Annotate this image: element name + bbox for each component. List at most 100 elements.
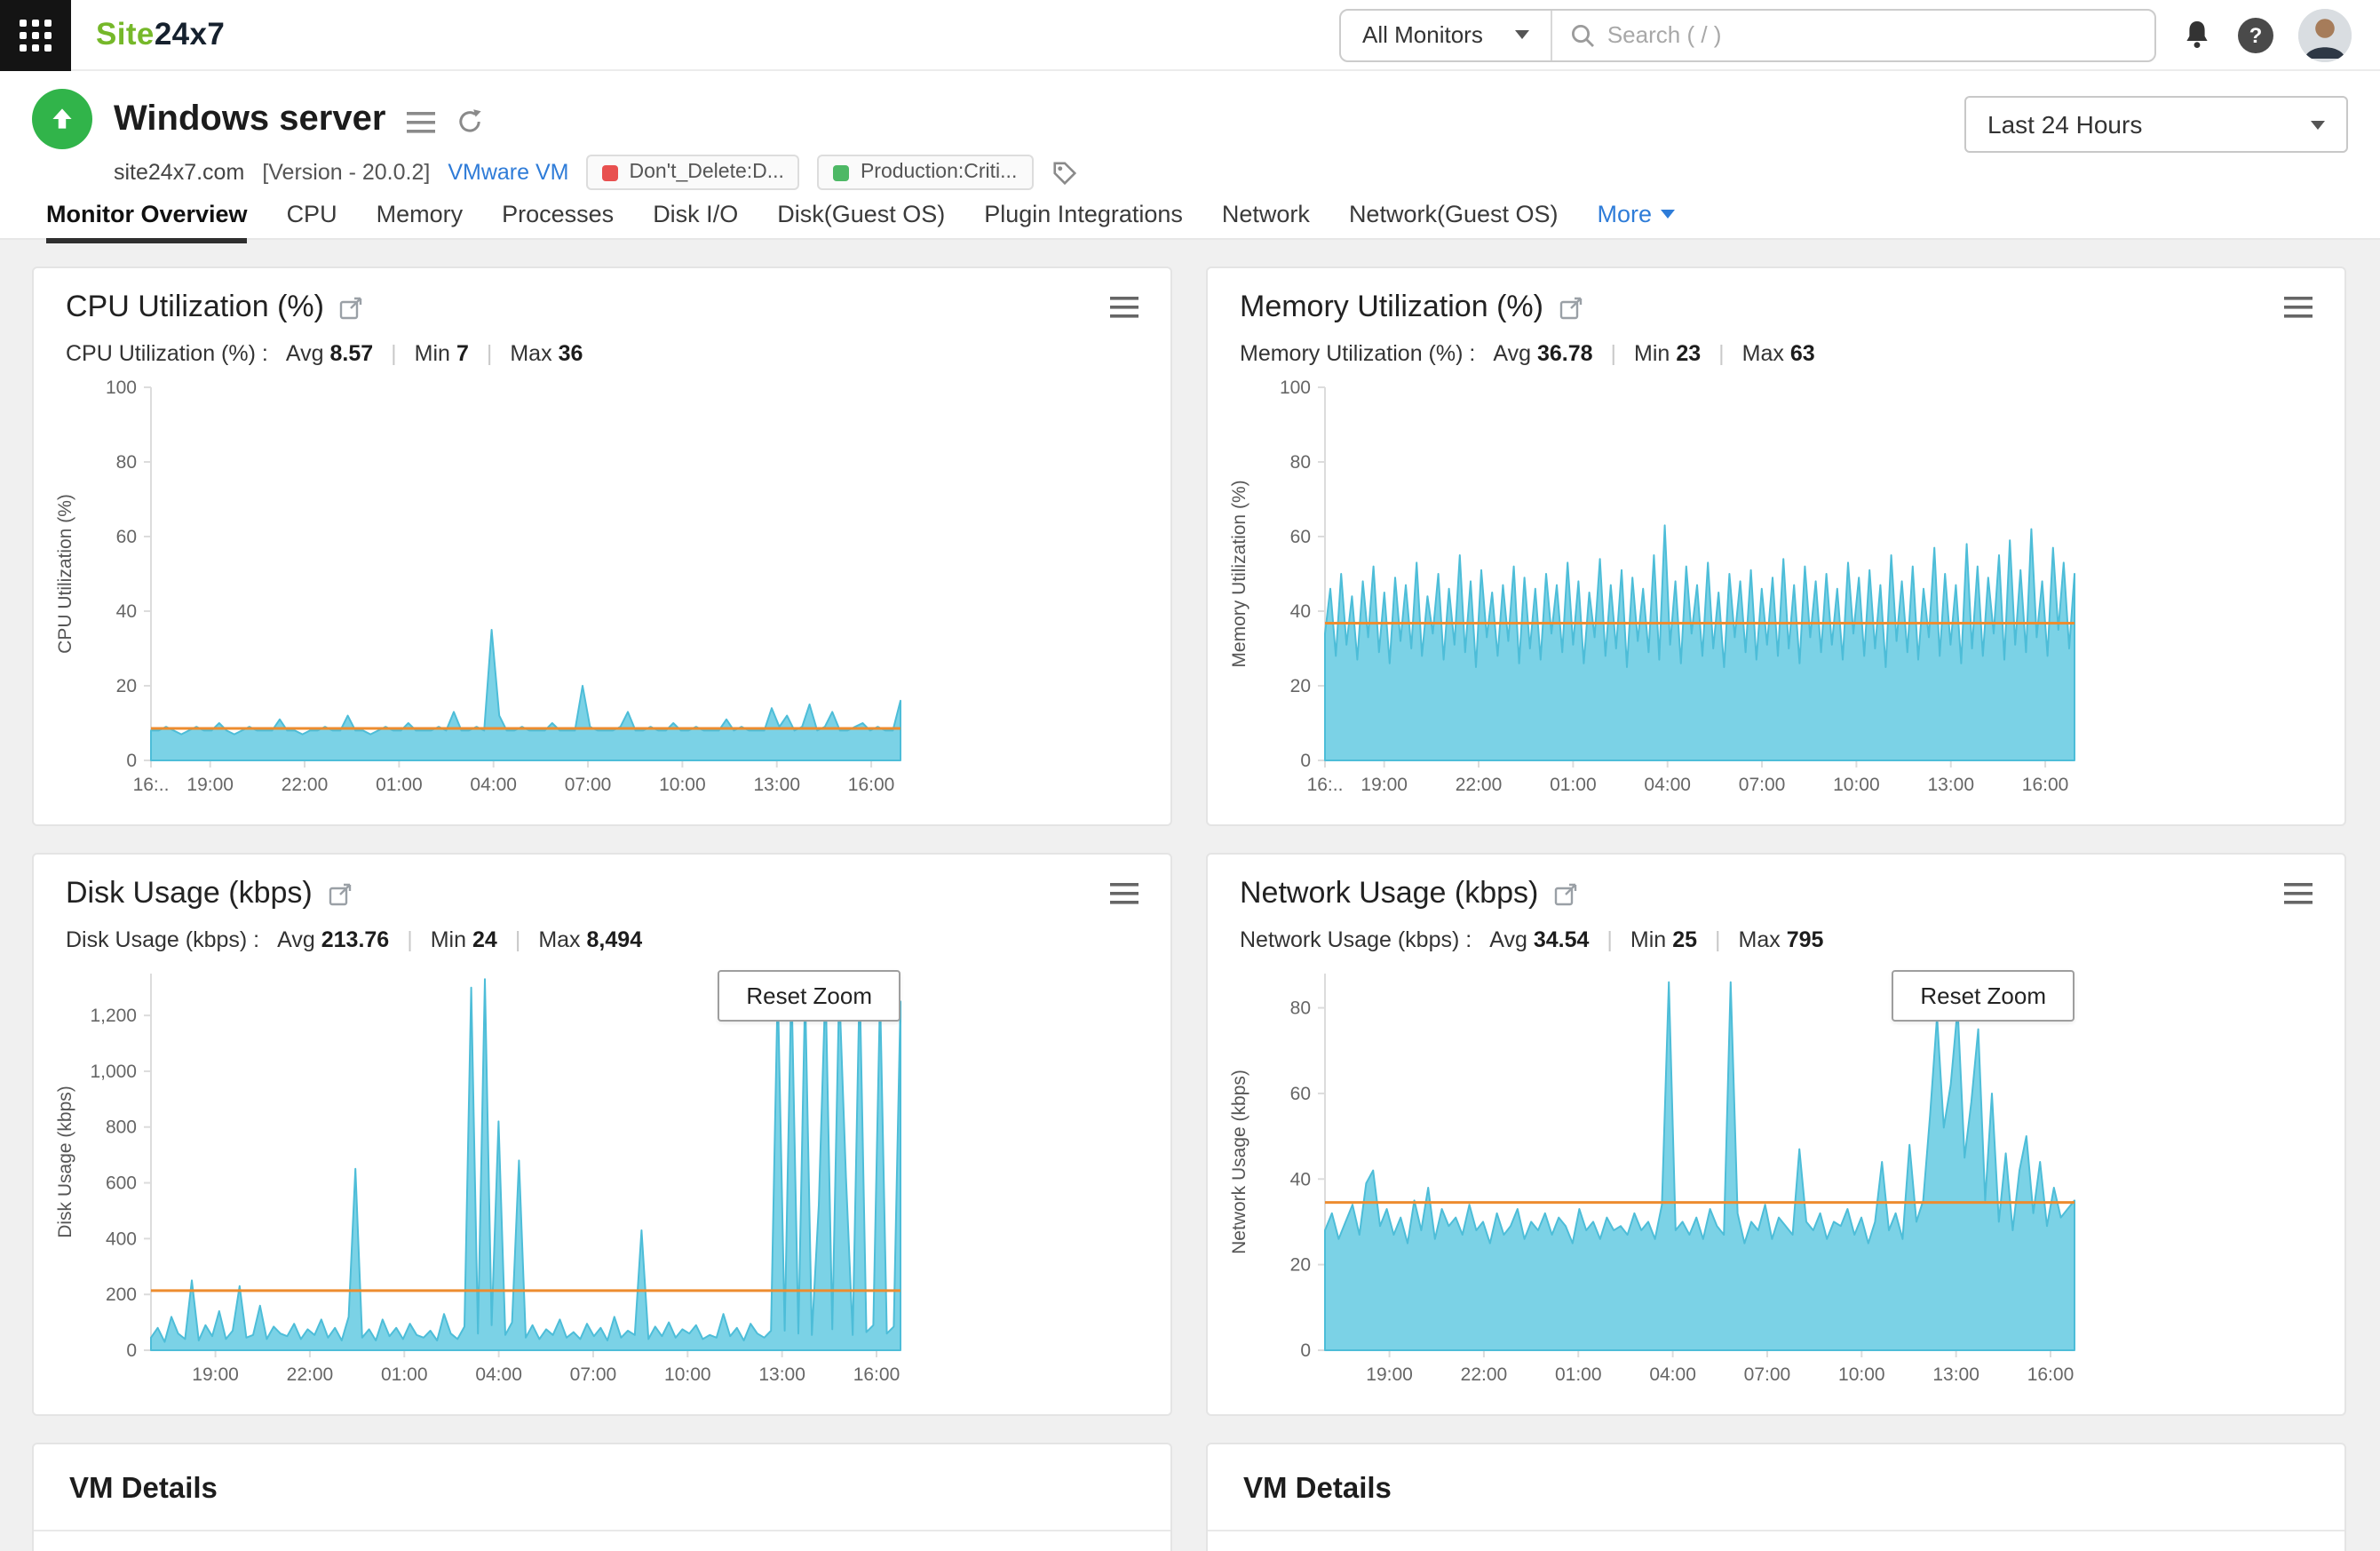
svg-text:19:00: 19:00 xyxy=(1366,1364,1413,1385)
panel-title: CPU Utilization (%) xyxy=(66,290,324,323)
svg-text:13:00: 13:00 xyxy=(1927,775,1974,795)
vm-details-panel: VM Details ESX/ESXi Host Name 172.21.112… xyxy=(1206,1443,2346,1551)
svg-text:20: 20 xyxy=(1290,1255,1311,1276)
svg-text:16:..: 16:.. xyxy=(133,775,170,795)
min-stat: Min 24 xyxy=(430,927,497,952)
tab-disk-io[interactable]: Disk I/O xyxy=(653,201,738,243)
stats-metric-label: Network Usage (kbps) : xyxy=(1240,927,1472,952)
svg-text:Memory Utilization (%): Memory Utilization (%) xyxy=(1229,480,1250,667)
tab-memory[interactable]: Memory xyxy=(377,201,464,243)
vm-detail-row: ESX/ESXi Host Name 172.21.112.41 xyxy=(1243,1531,2309,1551)
svg-text:40: 40 xyxy=(116,601,137,622)
svg-text:22:00: 22:00 xyxy=(1461,1364,1508,1385)
max-stat: Max 795 xyxy=(1738,927,1824,952)
app-grid-button[interactable] xyxy=(0,0,71,70)
search-section xyxy=(1552,21,2154,48)
tab-network[interactable]: Network xyxy=(1222,201,1310,243)
reset-zoom-button[interactable]: Reset Zoom xyxy=(1892,970,2075,1022)
site24x7-logo[interactable]: Site24x7 xyxy=(96,16,225,53)
vmware-vm-link[interactable]: VMware VM xyxy=(448,160,568,185)
avg-stat: Avg 213.76 xyxy=(277,927,390,952)
stat-separator: | xyxy=(1718,341,1725,366)
tab-processes[interactable]: Processes xyxy=(502,201,614,243)
stats-metric-label: CPU Utilization (%) : xyxy=(66,341,268,366)
svg-text:0: 0 xyxy=(126,751,137,771)
svg-text:22:00: 22:00 xyxy=(282,775,329,795)
monitor-search-combo: All Monitors xyxy=(1339,8,2156,61)
svg-text:200: 200 xyxy=(106,1285,137,1305)
disk-chart[interactable]: 0 200 400 600 800 1,000 1,200 19:00 22:00 01:00 04… xyxy=(52,956,1153,1404)
disk-stats-line: Disk Usage (kbps) : Avg 213.76 | Min 24 … xyxy=(34,911,1170,952)
tab-network-guest-os[interactable]: Network(Guest OS) xyxy=(1349,201,1559,243)
tab-disk-guest-os[interactable]: Disk(Guest OS) xyxy=(777,201,945,243)
stat-separator: | xyxy=(514,927,521,952)
svg-text:10:00: 10:00 xyxy=(659,775,706,795)
chevron-down-icon xyxy=(2311,120,2325,129)
svg-text:04:00: 04:00 xyxy=(1644,775,1691,795)
tag-pill[interactable]: Don't_Delete:D... xyxy=(586,155,800,190)
panel-menu-icon[interactable] xyxy=(1110,297,1138,318)
svg-text:01:00: 01:00 xyxy=(1555,1364,1602,1385)
svg-text:10:00: 10:00 xyxy=(664,1364,711,1385)
tab-monitor-overview[interactable]: Monitor Overview xyxy=(46,201,248,243)
logo-part-site: Site xyxy=(96,16,155,52)
svg-text:22:00: 22:00 xyxy=(1456,775,1503,795)
svg-text:19:00: 19:00 xyxy=(192,1364,239,1385)
svg-text:80: 80 xyxy=(1290,998,1311,1019)
refresh-icon[interactable] xyxy=(456,108,483,135)
tag-pill[interactable]: Production:Criti... xyxy=(817,155,1034,190)
tab-more[interactable]: More xyxy=(1598,201,1676,243)
page-header: Windows server site24x7.com [Version - 2… xyxy=(0,71,2380,243)
dashboard-grid: CPU Utilization (%) CPU Utilization (%) … xyxy=(0,240,2380,1551)
panel-title: Memory Utilization (%) xyxy=(1240,290,1543,323)
cpu-chart[interactable]: 0 20 40 60 80 100 16:.. 19:00 22:00 01:00 04:00 07:… xyxy=(52,370,1153,814)
status-up-badge xyxy=(32,89,92,149)
hamburger-icon[interactable] xyxy=(407,111,436,132)
svg-text:10:00: 10:00 xyxy=(1833,775,1880,795)
svg-text:60: 60 xyxy=(1290,527,1311,547)
tag-label: Production:Criti... xyxy=(860,162,1018,183)
svg-text:100: 100 xyxy=(106,378,137,398)
monitor-version: [Version - 20.0.2] xyxy=(262,160,431,185)
tag-color-square xyxy=(833,164,850,180)
svg-text:0: 0 xyxy=(1300,1340,1311,1361)
notification-icon[interactable] xyxy=(2181,20,2213,50)
svg-text:Disk Usage (kbps): Disk Usage (kbps) xyxy=(55,1086,75,1238)
network-stats-line: Network Usage (kbps) : Avg 34.54 | Min 2… xyxy=(1208,911,2344,952)
svg-text:20: 20 xyxy=(116,676,137,696)
svg-text:13:00: 13:00 xyxy=(758,1364,805,1385)
all-monitors-dropdown[interactable]: All Monitors xyxy=(1341,10,1551,60)
expand-chart-icon[interactable] xyxy=(329,882,352,905)
memory-chart[interactable]: 0 20 40 60 80 100 16:.. 19:00 22:00 01:00 04:00 07:… xyxy=(1226,370,2327,814)
stats-metric-label: Memory Utilization (%) : xyxy=(1240,341,1476,366)
chevron-down-icon xyxy=(1661,210,1676,219)
panel-menu-icon[interactable] xyxy=(1110,883,1138,904)
svg-text:80: 80 xyxy=(116,452,137,473)
tab-cpu[interactable]: CPU xyxy=(287,201,337,243)
avg-stat: Avg 34.54 xyxy=(1489,927,1590,952)
reset-zoom-button[interactable]: Reset Zoom xyxy=(718,970,900,1022)
svg-text:20: 20 xyxy=(1290,676,1311,696)
svg-text:0: 0 xyxy=(1300,751,1311,771)
panel-menu-icon[interactable] xyxy=(2284,883,2313,904)
vm-details-panel: VM Details Host Name s24x7-w10.site24x7.… xyxy=(32,1443,1172,1551)
svg-text:400: 400 xyxy=(106,1229,137,1249)
avatar[interactable] xyxy=(2298,8,2352,61)
subtitle-row: site24x7.com [Version - 20.0.2] VMware V… xyxy=(114,155,2348,190)
time-range-dropdown[interactable]: Last 24 Hours xyxy=(1964,96,2348,153)
help-icon[interactable]: ? xyxy=(2238,17,2273,52)
expand-chart-icon[interactable] xyxy=(340,296,363,319)
tab-plugin-integrations[interactable]: Plugin Integrations xyxy=(984,201,1183,243)
all-monitors-label: All Monitors xyxy=(1362,21,1483,48)
disk-usage-panel: Disk Usage (kbps) Disk Usage (kbps) : Av… xyxy=(32,853,1172,1416)
panel-menu-icon[interactable] xyxy=(2284,297,2313,318)
vm-details-title: VM Details xyxy=(1243,1473,1392,1505)
expand-chart-icon[interactable] xyxy=(1559,296,1583,319)
svg-text:16:00: 16:00 xyxy=(848,775,895,795)
network-chart[interactable]: 0 20 40 60 80 19:00 22:00 01:00 04:00 07:00 10:00 1… xyxy=(1226,956,2327,1404)
search-input[interactable] xyxy=(1606,21,2137,48)
tag-icon[interactable] xyxy=(1051,159,1077,186)
vm-details-title: VM Details xyxy=(69,1473,218,1505)
svg-text:07:00: 07:00 xyxy=(1739,775,1786,795)
expand-chart-icon[interactable] xyxy=(1554,882,1577,905)
